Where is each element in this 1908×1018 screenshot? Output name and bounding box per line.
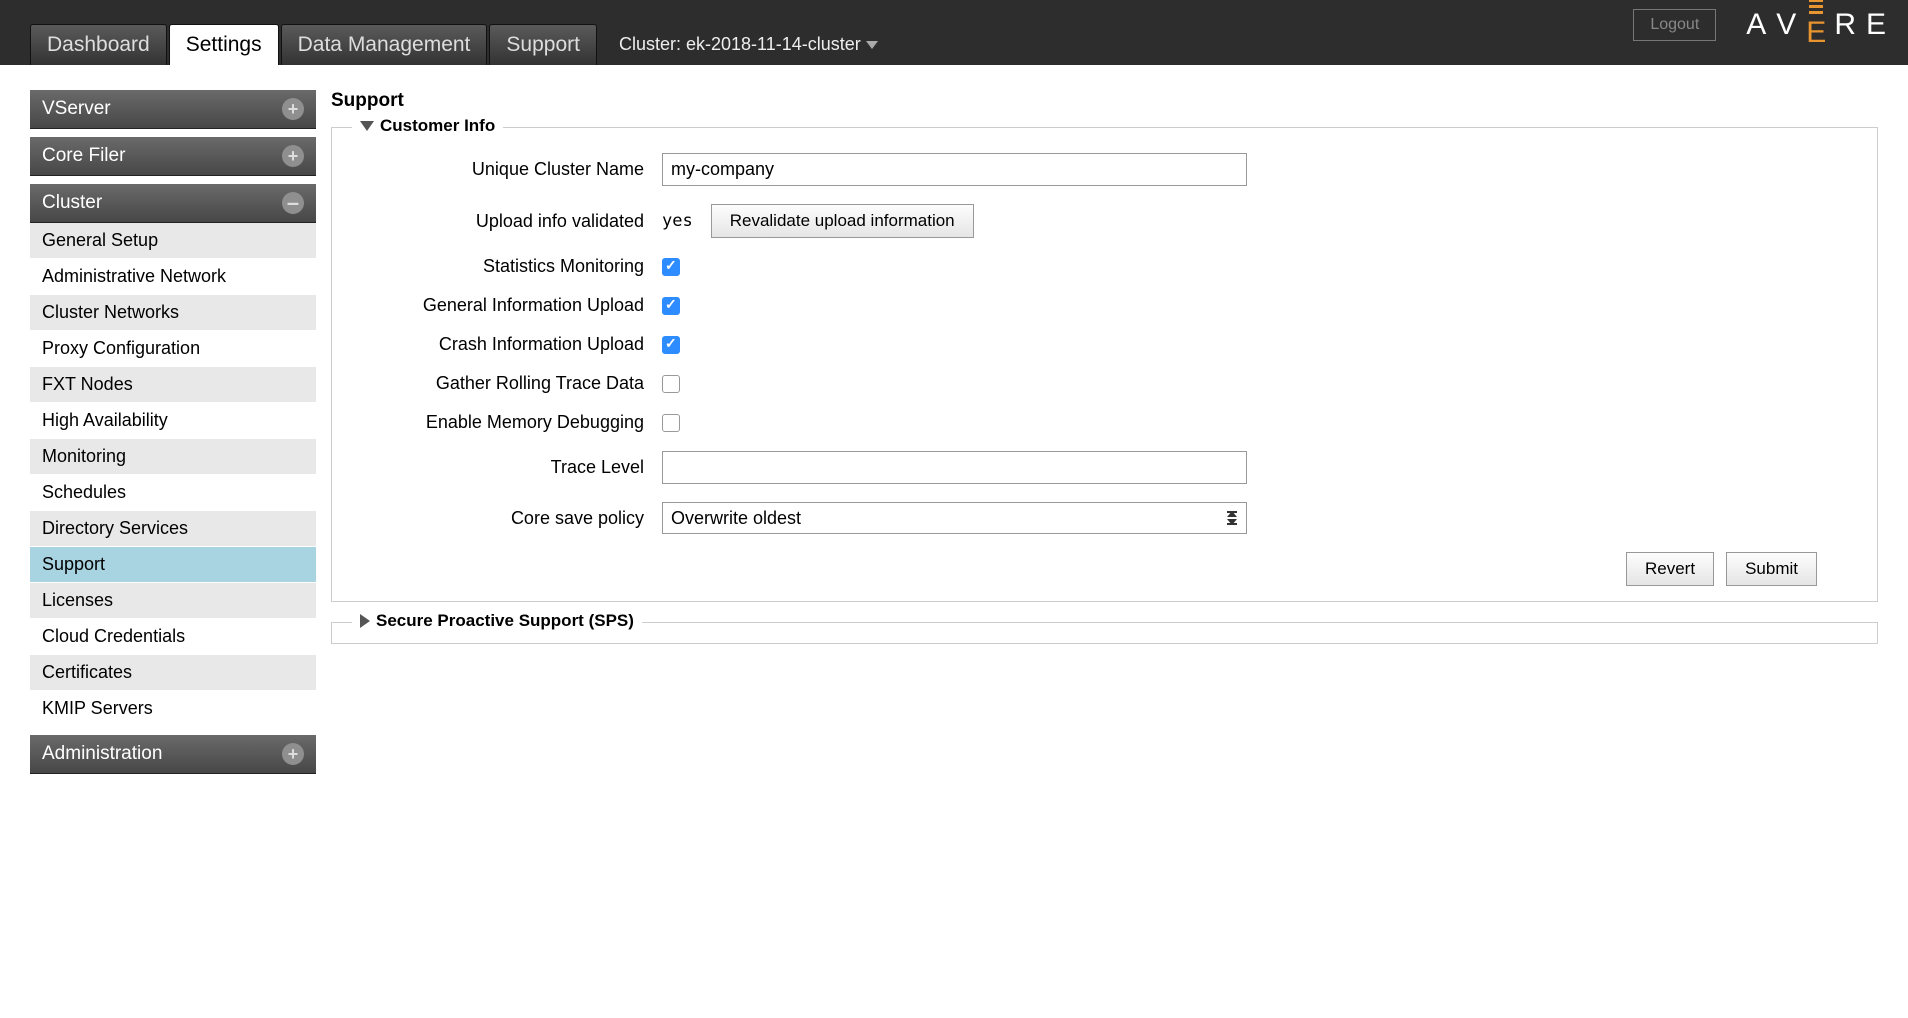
checkbox-general-upload[interactable] [662,297,680,315]
revert-button[interactable]: Revert [1626,552,1714,586]
sidebar: VServer + Core Filer + Cluster – General… [30,90,316,774]
cluster-selector[interactable]: Cluster: ek-2018-11-14-cluster [619,34,878,65]
sidebar-item-monitoring[interactable]: Monitoring [30,439,316,475]
topbar-right: Logout A V E R E [1633,0,1888,50]
checkbox-stats-monitoring[interactable] [662,258,680,276]
sidebar-item-fxt-nodes[interactable]: FXT Nodes [30,367,316,403]
submit-button[interactable]: Submit [1726,552,1817,586]
legend-text: Secure Proactive Support (SPS) [376,611,634,631]
input-trace-level[interactable] [662,451,1247,484]
sidebar-item-general-setup[interactable]: General Setup [30,223,316,259]
sidebar-section-vserver[interactable]: VServer + [30,90,316,129]
collapse-triangle-icon [360,121,374,131]
row-unique-cluster-name: Unique Cluster Name [352,153,1857,186]
label-rolling-trace: Gather Rolling Trace Data [352,373,662,394]
checkbox-memory-debug[interactable] [662,414,680,432]
logo-letter-r: R [1834,8,1858,42]
main-panel: Support Customer Info Unique Cluster Nam… [331,90,1878,774]
sidebar-item-cluster-networks[interactable]: Cluster Networks [30,295,316,331]
label-memory-debug: Enable Memory Debugging [352,412,662,433]
cluster-prefix: Cluster: [619,34,681,55]
checkbox-crash-upload[interactable] [662,336,680,354]
tab-settings[interactable]: Settings [169,24,279,65]
revalidate-button[interactable]: Revalidate upload information [711,204,974,238]
label-unique-cluster-name: Unique Cluster Name [352,159,662,180]
tabs-and-cluster: Dashboard Settings Data Management Suppo… [30,24,878,65]
sidebar-section-label: Core Filer [42,145,125,167]
sidebar-section-label: Cluster [42,192,102,214]
sidebar-section-cluster[interactable]: Cluster – [30,184,316,223]
row-rolling-trace: Gather Rolling Trace Data [352,373,1857,394]
sidebar-item-kmip-servers[interactable]: KMIP Servers [30,691,316,727]
page-title: Support [331,90,1878,112]
row-crash-upload: Crash Information Upload [352,334,1857,355]
sidebar-section-corefiler[interactable]: Core Filer + [30,137,316,176]
label-trace-level: Trace Level [352,457,662,478]
checkbox-rolling-trace[interactable] [662,375,680,393]
row-stats-monitoring: Statistics Monitoring [352,256,1857,277]
logo-letter-e2: E [1866,8,1888,42]
customer-info-legend[interactable]: Customer Info [352,116,503,136]
logo-bars-icon [1809,0,1823,14]
plus-icon: + [282,98,304,120]
form-buttons: Revert Submit [352,552,1857,586]
sidebar-item-cloud-credentials[interactable]: Cloud Credentials [30,619,316,655]
top-bar: Dashboard Settings Data Management Suppo… [0,0,1908,65]
content: VServer + Core Filer + Cluster – General… [0,65,1908,804]
logo-letter-a: A [1746,8,1768,42]
label-core-save-policy: Core save policy [352,508,662,529]
sidebar-item-certificates[interactable]: Certificates [30,655,316,691]
logo-letter-v: V [1776,8,1798,42]
cluster-name: ek-2018-11-14-cluster [686,34,861,55]
legend-text: Customer Info [380,116,495,136]
sidebar-item-high-availability[interactable]: High Availability [30,403,316,439]
sidebar-section-label: VServer [42,98,111,120]
tab-dashboard[interactable]: Dashboard [30,24,167,65]
minus-icon: – [282,192,304,214]
tab-data-management[interactable]: Data Management [281,24,488,65]
select-core-save-policy[interactable]: Overwrite oldest [662,502,1247,534]
upload-validated-status: yes [662,211,693,231]
plus-icon: + [282,743,304,765]
sidebar-item-proxy-config[interactable]: Proxy Configuration [30,331,316,367]
label-general-upload: General Information Upload [352,295,662,316]
row-general-upload: General Information Upload [352,295,1857,316]
sidebar-section-administration[interactable]: Administration + [30,735,316,774]
row-upload-validated: Upload info validated yes Revalidate upl… [352,204,1857,238]
customer-info-fieldset: Customer Info Unique Cluster Name Upload… [331,127,1878,602]
input-unique-cluster-name[interactable] [662,153,1247,186]
dropdown-triangle-icon [866,41,878,49]
avere-logo: A V E R E [1746,0,1888,50]
logo-letter-e: E [1806,16,1826,50]
sidebar-item-admin-network[interactable]: Administrative Network [30,259,316,295]
row-memory-debug: Enable Memory Debugging [352,412,1857,433]
sps-legend[interactable]: Secure Proactive Support (SPS) [352,611,642,631]
plus-icon: + [282,145,304,167]
sidebar-item-support[interactable]: Support [30,547,316,583]
label-stats-monitoring: Statistics Monitoring [352,256,662,277]
sidebar-item-schedules[interactable]: Schedules [30,475,316,511]
row-trace-level: Trace Level [352,451,1857,484]
sps-fieldset: Secure Proactive Support (SPS) [331,622,1878,644]
sidebar-section-label: Administration [42,743,162,765]
sidebar-item-directory-services[interactable]: Directory Services [30,511,316,547]
expand-triangle-icon [360,614,370,628]
label-upload-validated: Upload info validated [352,211,662,232]
tab-support[interactable]: Support [489,24,597,65]
sidebar-item-licenses[interactable]: Licenses [30,583,316,619]
logo-e-block: E [1806,0,1826,50]
row-core-save-policy: Core save policy Overwrite oldest [352,502,1857,534]
logout-button[interactable]: Logout [1633,9,1716,41]
label-crash-upload: Crash Information Upload [352,334,662,355]
